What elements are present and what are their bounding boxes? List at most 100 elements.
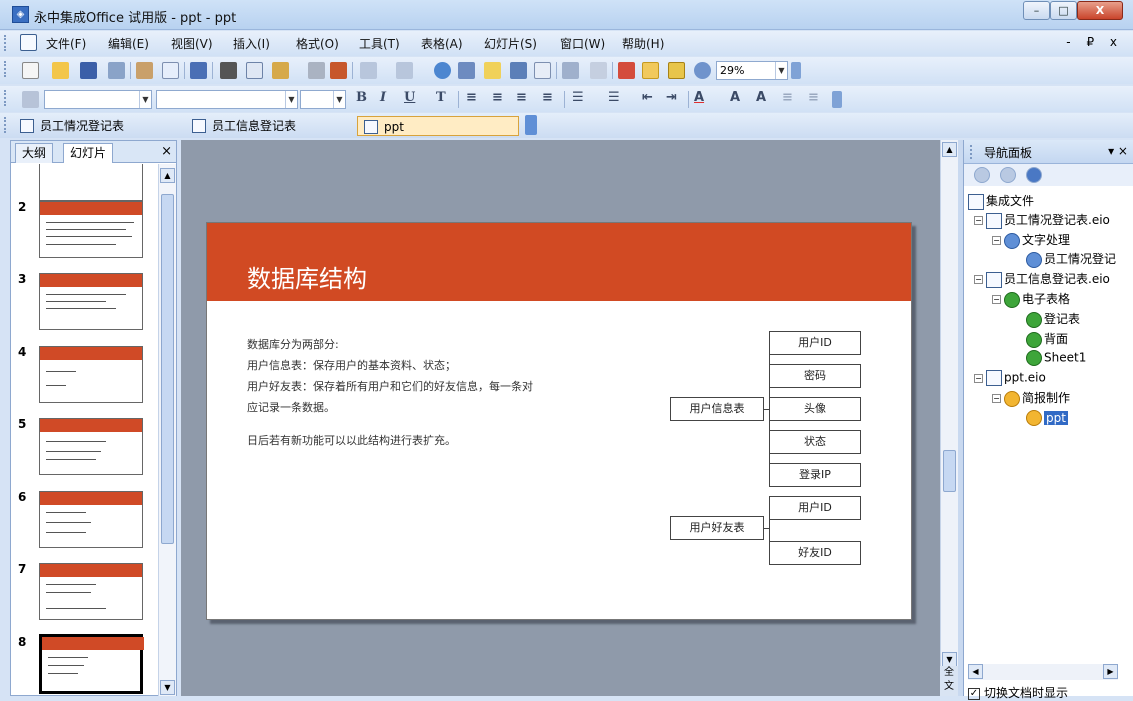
nav-pane-controls[interactable]: ▾ ×	[1108, 144, 1128, 158]
collapse-icon[interactable]: −	[974, 275, 983, 284]
format-painter-icon[interactable]	[308, 62, 325, 79]
brush-icon[interactable]	[330, 62, 347, 79]
maximize-button[interactable]: □	[1050, 1, 1077, 20]
chevron-down-icon[interactable]: ▼	[333, 91, 345, 108]
numbered-list-icon[interactable]: ☰	[608, 90, 620, 105]
home-icon[interactable]	[1026, 167, 1042, 183]
tree-file[interactable]: − ppt.eio	[974, 370, 1046, 386]
forward-icon[interactable]	[1000, 167, 1016, 183]
menu-edit[interactable]: 编辑(E)	[108, 35, 149, 52]
open-icon[interactable]	[52, 62, 69, 79]
style-icon[interactable]	[22, 91, 39, 108]
collapse-icon[interactable]: −	[992, 394, 1001, 403]
increase-font-icon[interactable]: A	[730, 90, 740, 105]
slide-thumbnail[interactable]	[39, 418, 143, 475]
font-select[interactable]: ▼	[156, 90, 298, 109]
scroll-down-icon[interactable]: ▼	[942, 652, 957, 667]
tree-presentation-selected[interactable]: ppt	[1026, 410, 1068, 426]
collapse-icon[interactable]: −	[974, 216, 983, 225]
slide-thumbnail-selected[interactable]	[39, 634, 144, 694]
slide-thumbnail[interactable]	[39, 273, 143, 330]
copy-icon[interactable]	[246, 62, 263, 79]
gallery-icon[interactable]	[694, 62, 711, 79]
scroll-thumb[interactable]	[943, 450, 956, 492]
menu-insert[interactable]: 插入(I)	[233, 35, 270, 52]
justify-icon[interactable]: ≡	[542, 90, 553, 105]
toolbar-grip[interactable]	[4, 117, 7, 133]
menu-slide[interactable]: 幻灯片(S)	[484, 35, 537, 52]
menu-window[interactable]: 窗口(W)	[560, 35, 605, 52]
slide-thumbnail[interactable]	[39, 491, 143, 548]
underline-icon[interactable]: U	[404, 90, 415, 105]
insert-chart-icon[interactable]	[510, 62, 527, 79]
doc-tab-employee-status[interactable]: 员工情况登记表	[14, 116, 164, 136]
toolbar-options-icon[interactable]	[791, 62, 801, 79]
decrease-indent-icon[interactable]: ⇤	[642, 90, 653, 105]
mdi-window-controls[interactable]: - ₽ x	[1066, 35, 1123, 49]
tree-document[interactable]: 员工情况登记	[1026, 250, 1116, 268]
menu-file[interactable]: 文件(F)	[46, 35, 86, 52]
menu-tools[interactable]: 工具(T)	[359, 35, 400, 52]
drawing-icon[interactable]	[618, 62, 635, 79]
scroll-up-icon[interactable]: ▲	[942, 142, 957, 157]
menu-view[interactable]: 视图(V)	[171, 35, 213, 52]
fit-window-button[interactable]: 全 文	[940, 666, 958, 696]
tab-slides[interactable]: 幻灯片	[63, 143, 114, 163]
redo-icon[interactable]	[396, 62, 413, 79]
minimize-button[interactable]: –	[1023, 1, 1050, 20]
collapse-icon[interactable]: −	[974, 373, 983, 383]
tree-category[interactable]: − 文字处理	[992, 231, 1070, 249]
save-icon[interactable]	[80, 62, 97, 79]
toolbar-options-icon[interactable]	[832, 91, 842, 108]
navigation-pane-icon[interactable]	[668, 62, 685, 79]
cut-icon[interactable]	[220, 62, 237, 79]
doc-tab-ppt[interactable]: ppt	[357, 116, 519, 136]
tree-category[interactable]: − 简报制作	[992, 389, 1070, 407]
align-right-icon[interactable]: ≡	[516, 90, 527, 105]
tree-root[interactable]: 集成文件	[968, 192, 1034, 210]
tab-overflow-icon[interactable]	[525, 115, 537, 135]
decrease-font-icon[interactable]: A	[756, 90, 766, 105]
tree-sheet[interactable]: 背面	[1026, 330, 1068, 348]
hyperlink-icon[interactable]	[434, 62, 451, 79]
print-icon[interactable]	[136, 62, 153, 79]
scroll-up-icon[interactable]: ▲	[160, 168, 175, 183]
toolbar-grip[interactable]	[970, 145, 973, 159]
editor-scrollbar[interactable]: ▲ ▼	[940, 140, 958, 682]
insert-table-icon[interactable]	[484, 62, 501, 79]
bold-icon[interactable]: B	[356, 90, 367, 105]
close-window-button[interactable]: X	[1077, 1, 1123, 20]
current-slide[interactable]: 数据库结构 数据库分为两部分: 用户信息表：保存用户的基本资料、状态； 用户好友…	[206, 222, 912, 620]
tree-category[interactable]: − 电子表格	[992, 290, 1070, 308]
superscript-icon[interactable]: ≡	[782, 90, 793, 105]
paste-icon[interactable]	[272, 62, 289, 79]
menu-table[interactable]: 表格(A)	[421, 35, 463, 52]
toolbar-grip[interactable]	[4, 90, 7, 106]
chevron-down-icon[interactable]: ▼	[775, 62, 787, 79]
checkmark-icon[interactable]: ✓	[968, 687, 980, 700]
toolbar-grip[interactable]	[4, 35, 7, 51]
toggle-view-icon[interactable]	[642, 62, 659, 79]
columns-icon[interactable]	[562, 62, 579, 79]
spell-check-icon[interactable]	[190, 62, 207, 79]
collapse-icon[interactable]: −	[992, 295, 1001, 304]
insert-image-icon[interactable]	[534, 62, 551, 79]
print-preview-icon[interactable]	[108, 62, 125, 79]
slide-title[interactable]: 数据库结构	[247, 259, 367, 294]
text-effect-icon[interactable]: T	[436, 90, 446, 105]
subscript-icon[interactable]: ≡	[808, 90, 819, 105]
align-center-icon[interactable]: ≡	[492, 90, 503, 105]
scroll-left-icon[interactable]: ◀	[968, 664, 983, 679]
increase-indent-icon[interactable]: ⇥	[666, 90, 677, 105]
nav-horizontal-scrollbar[interactable]: ◀ ▶	[968, 664, 1118, 680]
zoom-select[interactable]: 29% ▼	[716, 61, 788, 80]
slide-thumbnail[interactable]	[39, 201, 143, 258]
scroll-right-icon[interactable]: ▶	[1103, 664, 1118, 679]
font-color-icon[interactable]: A	[694, 90, 704, 105]
scroll-down-icon[interactable]: ▼	[160, 680, 175, 695]
align-left-icon[interactable]: ≡	[466, 90, 477, 105]
scroll-thumb[interactable]	[161, 194, 174, 544]
chevron-down-icon[interactable]: ▼	[285, 91, 297, 108]
back-icon[interactable]	[974, 167, 990, 183]
preview-icon[interactable]	[162, 62, 179, 79]
